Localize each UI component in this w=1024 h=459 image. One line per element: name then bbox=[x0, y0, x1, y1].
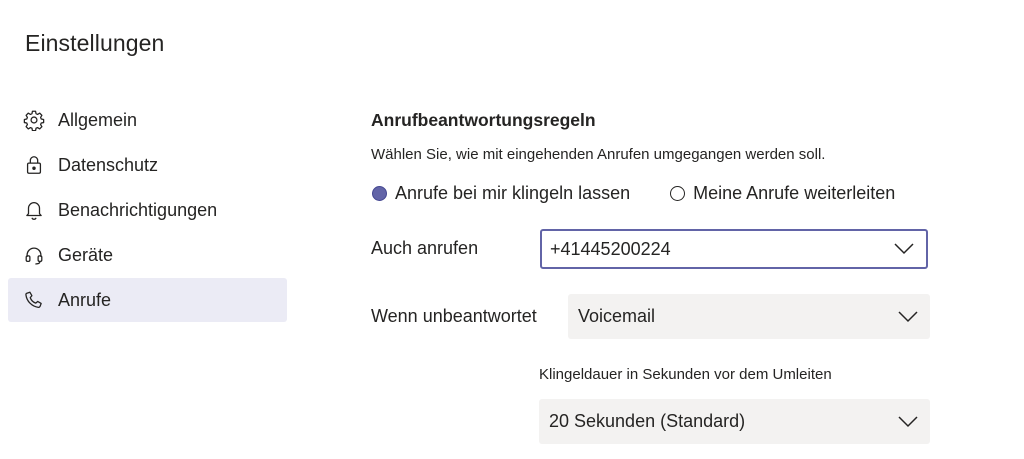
lock-icon bbox=[23, 154, 45, 176]
sidebar-item-label: Geräte bbox=[58, 244, 114, 265]
chevron-down-icon bbox=[894, 243, 914, 255]
phone-icon bbox=[23, 289, 45, 311]
ring-duration-label: Klingeldauer in Sekunden vor dem Umleite… bbox=[539, 366, 832, 383]
section-title: Anrufbeantwortungsregeln bbox=[371, 110, 596, 130]
unanswered-value: Voicemail bbox=[578, 306, 656, 326]
radio-selected-icon[interactable] bbox=[372, 186, 387, 201]
radio-ring-me[interactable]: Anrufe bei mir klingeln lassen bbox=[372, 183, 630, 204]
settings-sidebar: Allgemein Datenschutz Benachrichtigungen bbox=[8, 98, 287, 323]
call-handling-radio-group: Anrufe bei mir klingeln lassen Meine Anr… bbox=[372, 183, 935, 204]
radio-unselected-icon[interactable] bbox=[670, 186, 686, 201]
sidebar-item-label: Benachrichtigungen bbox=[58, 199, 218, 220]
radio-label: Meine Anrufe weiterleiten bbox=[693, 183, 896, 203]
sidebar-item-label: Anrufe bbox=[58, 289, 112, 310]
also-call-select[interactable]: +41445200224 bbox=[540, 229, 928, 269]
sidebar-item-label: Datenschutz bbox=[58, 154, 159, 175]
also-call-value: +41445200224 bbox=[550, 238, 671, 259]
ring-duration-select[interactable]: 20 Sekunden (Standard) bbox=[539, 399, 930, 444]
radio-label: Anrufe bei mir klingeln lassen bbox=[395, 183, 631, 203]
unanswered-label: Wenn unbeantwortet bbox=[371, 306, 537, 326]
bell-icon bbox=[23, 199, 45, 221]
chevron-down-icon bbox=[898, 415, 918, 427]
page-title: Einstellungen bbox=[25, 30, 165, 56]
section-description: Wählen Sie, wie mit eingehenden Anrufen … bbox=[371, 146, 826, 163]
sidebar-item-anrufe[interactable]: Anrufe bbox=[8, 278, 287, 322]
sidebar-item-allgemein[interactable]: Allgemein bbox=[8, 98, 287, 142]
gear-icon bbox=[23, 109, 45, 131]
sidebar-item-label: Allgemein bbox=[58, 109, 138, 130]
headset-icon bbox=[23, 244, 45, 266]
sidebar-item-geraete[interactable]: Geräte bbox=[8, 233, 287, 277]
radio-forward-calls[interactable]: Meine Anrufe weiterleiten bbox=[670, 183, 895, 204]
chevron-down-icon bbox=[898, 310, 918, 322]
also-call-label: Auch anrufen bbox=[371, 238, 479, 258]
unanswered-select[interactable]: Voicemail bbox=[568, 294, 930, 339]
sidebar-item-benachrichtigungen[interactable]: Benachrichtigungen bbox=[8, 188, 287, 232]
sidebar-item-datenschutz[interactable]: Datenschutz bbox=[8, 143, 287, 187]
ring-duration-value: 20 Sekunden (Standard) bbox=[549, 411, 746, 431]
